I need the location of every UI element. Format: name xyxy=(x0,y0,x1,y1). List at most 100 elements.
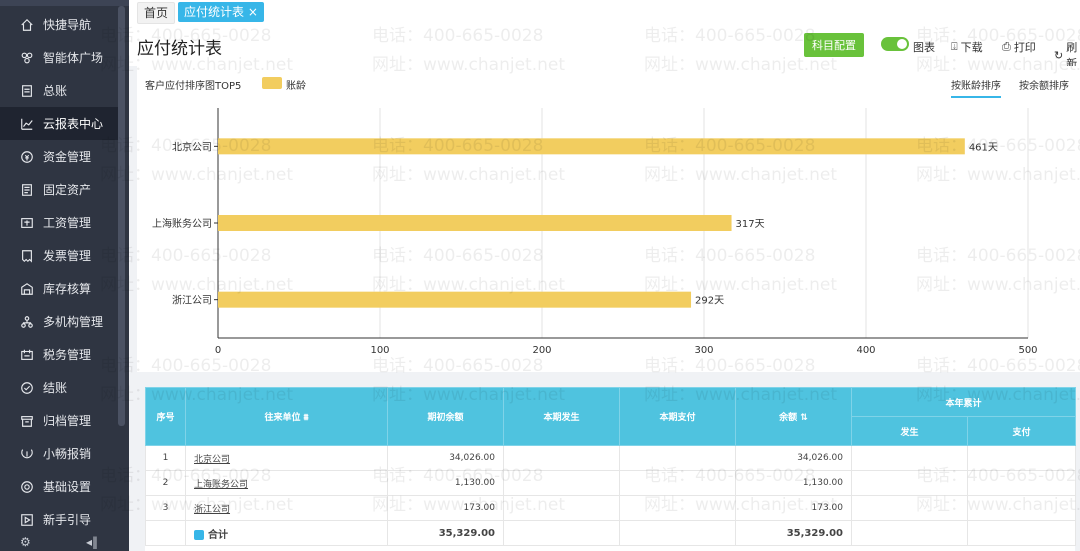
sidebar-item-asset[interactable]: 固定资产 xyxy=(0,173,118,206)
agent-icon xyxy=(19,50,35,66)
download-button[interactable]: ⍗ 下载 xyxy=(951,39,983,55)
account-config-button[interactable]: 科目配置 xyxy=(804,33,864,57)
cell-balance: 1,130.00 xyxy=(735,470,852,496)
cell-period-occur xyxy=(503,445,620,471)
sidebar-item-label: 多机构管理 xyxy=(43,315,104,329)
total-balance: 35,329.00 xyxy=(735,520,852,546)
cell-unit-link[interactable]: 浙江公司 xyxy=(185,495,388,521)
sidebar-item-label: 结账 xyxy=(43,381,68,395)
sidebar-item-guide[interactable]: 新手引导 xyxy=(0,503,118,536)
cell-year-occur xyxy=(851,445,968,471)
payable-table: 序号 往来单位 ⩩ 期初余额 本期发生 本期支付 余额 ⇅ 本年累计 发生 支付… xyxy=(145,387,1077,551)
y-tick-label: 浙江公司 xyxy=(172,295,212,307)
cell-period-pay xyxy=(619,470,736,496)
header-unit[interactable]: 往来单位 ⩩ xyxy=(185,387,388,446)
sidebar-item-tax[interactable]: 税务管理 xyxy=(0,338,118,371)
tab-home[interactable]: 首页 xyxy=(137,2,176,24)
bar[interactable] xyxy=(218,291,692,308)
cell-balance: 173.00 xyxy=(735,495,852,521)
archive-icon xyxy=(19,413,35,429)
sidebar-item-home[interactable]: 快捷导航 xyxy=(0,8,118,41)
close-icon[interactable]: × xyxy=(248,5,258,19)
cell-unit-link[interactable]: 北京公司 xyxy=(185,445,388,471)
sidebar: 快捷导航智能体广场总账云报表中心资金管理固定资产工资管理 发票管理库存核算多机构管… xyxy=(0,0,129,551)
sidebar-item-label: 新手引导 xyxy=(43,513,92,527)
tab-label: 应付统计表 xyxy=(184,5,245,19)
sidebar-item-label: 快捷导航 xyxy=(43,18,92,32)
sidebar-item-label: 税务管理 xyxy=(43,348,92,362)
sidebar-item-label: 智能体广场 xyxy=(43,51,104,65)
x-tick-label: 200 xyxy=(532,345,551,356)
sidebar-item-org[interactable]: 多机构管理 xyxy=(0,305,118,338)
refresh-icon: ↻ xyxy=(1054,48,1064,62)
gear-icon[interactable]: ⚙ xyxy=(20,535,31,551)
bar-data-label: 317天 xyxy=(736,219,765,230)
bar[interactable] xyxy=(218,215,732,231)
sidebar-item-archive[interactable]: 归档管理 xyxy=(0,404,118,437)
sidebar-item-label: 小畅报销 xyxy=(43,447,92,461)
print-button[interactable]: ⎙ 打印 xyxy=(1002,39,1036,55)
chart-icon xyxy=(19,116,35,132)
sidebar-item-close-account[interactable]: 结账 xyxy=(0,371,118,404)
salary-icon xyxy=(19,215,35,231)
sidebar-item-reimburse[interactable]: 小畅报销 xyxy=(0,437,118,470)
sidebar-item-label: 总账 xyxy=(43,84,68,98)
sidebar-nav: 快捷导航智能体广场总账云报表中心资金管理固定资产工资管理 发票管理库存核算多机构管… xyxy=(0,8,118,536)
header-index: 序号 xyxy=(145,387,186,446)
cell-year-occur xyxy=(851,495,968,521)
sidebar-scrollbar[interactable] xyxy=(118,6,125,426)
cell-index: 2 xyxy=(145,470,186,496)
table-row: 2 上海账务公司 1,130.00 1,130.00 xyxy=(145,470,1077,496)
cell-opening: 34,026.00 xyxy=(387,445,504,471)
page-header: 应付统计表 科目配置 图表 ⍗ 下载 ⎙ 打印 ↻ 刷新 xyxy=(129,24,1080,70)
sidebar-item-inventory[interactable]: 库存核算 xyxy=(0,272,118,305)
bar[interactable] xyxy=(218,138,965,155)
total-label: 合计 xyxy=(185,520,388,546)
x-tick-label: 400 xyxy=(856,345,875,356)
sort-icon[interactable]: ⇅ xyxy=(800,413,808,423)
print-icon: ⎙ xyxy=(1002,40,1011,53)
header-balance[interactable]: 余额 ⇅ xyxy=(735,387,852,446)
cell-year-occur xyxy=(851,470,968,496)
collapse-icon[interactable]: ◂‖ xyxy=(86,535,98,551)
table-total-row: 合计 35,329.00 35,329.00 xyxy=(145,520,1077,546)
header-opening: 期初余额 xyxy=(387,387,504,446)
reimburse-icon xyxy=(19,446,35,462)
inventory-icon xyxy=(19,281,35,297)
tab-payable-stats[interactable]: 应付统计表 × xyxy=(178,2,264,22)
download-icon: ⍗ xyxy=(951,40,958,53)
header-year-occur: 发生 xyxy=(851,416,968,446)
sidebar-item-salary[interactable]: 工资管理 xyxy=(0,206,118,239)
sidebar-item-ledger[interactable]: 总账 xyxy=(0,74,118,107)
bar-chart: 0 100 200 300 400 500 北京公司 461天上海账务公司 317天浙江公司 29… xyxy=(152,108,1038,356)
cell-period-occur xyxy=(503,495,620,521)
cell-unit-link[interactable]: 上海账务公司 xyxy=(185,470,388,496)
sidebar-item-label: 归档管理 xyxy=(43,414,92,428)
sidebar-item-invoice[interactable]: 发票管理 xyxy=(0,239,118,272)
cell-period-occur xyxy=(503,470,620,496)
tabs-bar: 首页 应付统计表 × xyxy=(129,0,1080,24)
bar-data-label: 461天 xyxy=(969,142,998,153)
sidebar-item-money[interactable]: 资金管理 xyxy=(0,140,118,173)
sidebar-item-label: 云报表中心 xyxy=(43,117,104,131)
tax-icon xyxy=(19,347,35,363)
asset-icon xyxy=(19,182,35,198)
cell-index: 1 xyxy=(145,445,186,471)
ledger-icon xyxy=(19,83,35,99)
filter-icon[interactable]: ⩩ xyxy=(304,413,309,423)
sidebar-item-settings[interactable]: 基础设置 xyxy=(0,470,118,503)
header-period-pay: 本期支付 xyxy=(619,387,736,446)
chart-toggle[interactable] xyxy=(881,37,909,51)
sidebar-footer: ⚙ ◂‖ xyxy=(0,535,118,551)
sidebar-item-label: 资金管理 xyxy=(43,150,92,164)
cell-period-pay xyxy=(619,495,736,521)
guide-icon xyxy=(19,512,35,528)
header-period-occur: 本期发生 xyxy=(503,387,620,446)
sidebar-item-agent[interactable]: 智能体广场 xyxy=(0,41,118,74)
bar-data-label: 292天 xyxy=(695,296,724,307)
sidebar-item-label: 库存核算 xyxy=(43,282,92,296)
sidebar-item-chart[interactable]: 云报表中心 xyxy=(0,107,118,140)
sidebar-item-label: 固定资产 xyxy=(43,183,92,197)
total-opening: 35,329.00 xyxy=(387,520,504,546)
cell-balance: 34,026.00 xyxy=(735,445,852,471)
